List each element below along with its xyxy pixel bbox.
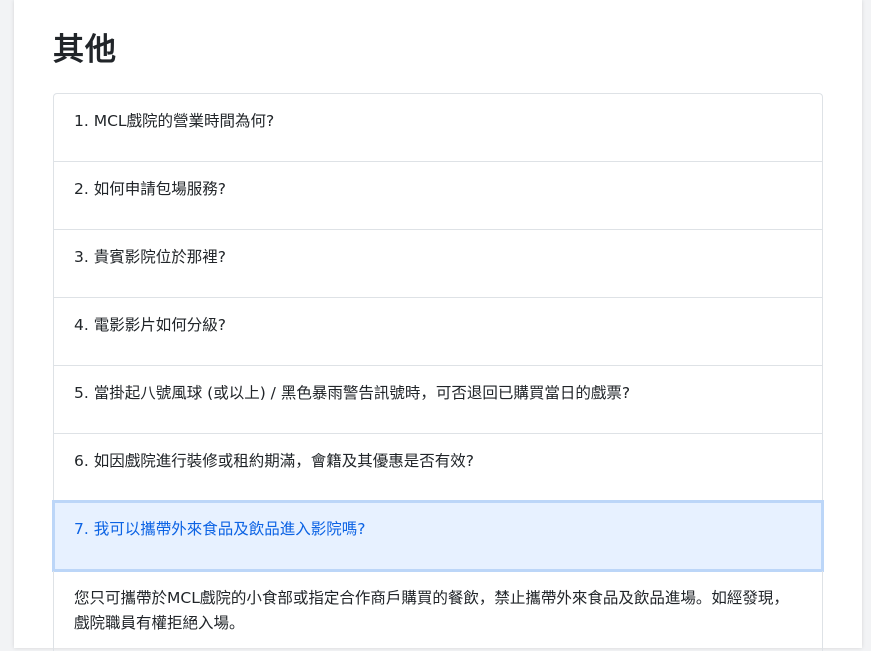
faq-item-2[interactable]: 2. 如何申請包場服務? bbox=[54, 162, 822, 230]
faq-question: 6. 如因戲院進行裝修或租約期滿，會籍及其優惠是否有效? bbox=[74, 452, 474, 470]
faq-answer: 您只可攜帶於MCL戲院的小食部或指定合作商戶購買的餐飲，禁止攜帶外來食品及飲品進… bbox=[53, 571, 823, 651]
page-card: 其他 1. MCL戲院的營業時間為何? 2. 如何申請包場服務? 3. 貴賓影院… bbox=[14, 0, 862, 651]
faq-question: 4. 電影影片如何分級? bbox=[74, 316, 226, 334]
faq-item-1[interactable]: 1. MCL戲院的營業時間為何? bbox=[54, 94, 822, 162]
faq-question: 1. MCL戲院的營業時間為何? bbox=[74, 112, 275, 130]
faq-item-3[interactable]: 3. 貴賓影院位於那裡? bbox=[54, 230, 822, 298]
faq-item-6[interactable]: 6. 如因戲院進行裝修或租約期滿，會籍及其優惠是否有效? bbox=[54, 434, 822, 502]
faq-question: 2. 如何申請包場服務? bbox=[74, 180, 226, 198]
faq-accordion: 1. MCL戲院的營業時間為何? 2. 如何申請包場服務? 3. 貴賓影院位於那… bbox=[52, 93, 824, 651]
faq-item-4[interactable]: 4. 電影影片如何分級? bbox=[54, 298, 822, 366]
section-title: 其他 bbox=[53, 32, 117, 68]
faq-item-7[interactable]: 7. 我可以攜帶外來食品及飲品進入影院嗎? bbox=[52, 500, 824, 572]
faq-question: 5. 當掛起八號風球 (或以上) / 黑色暴雨警告訊號時，可否退回已購買當日的戲… bbox=[74, 384, 631, 402]
faq-item-5[interactable]: 5. 當掛起八號風球 (或以上) / 黑色暴雨警告訊號時，可否退回已購買當日的戲… bbox=[54, 366, 822, 434]
faq-question: 3. 貴賓影院位於那裡? bbox=[74, 248, 226, 266]
faq-question: 7. 我可以攜帶外來食品及飲品進入影院嗎? bbox=[74, 520, 366, 538]
